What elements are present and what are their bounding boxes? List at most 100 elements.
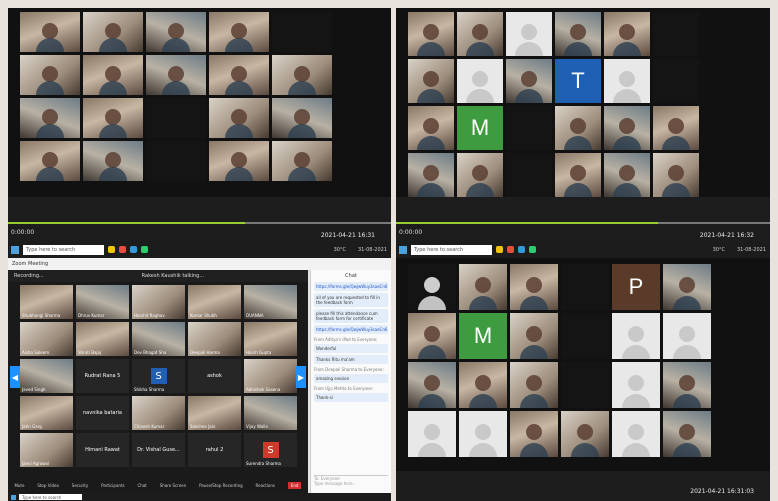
gallery-tile[interactable]: Kumar Shubh xyxy=(188,285,241,319)
gallery-tile[interactable]: Aisha Saleem xyxy=(20,322,73,356)
gallery-tile[interactable]: Shruti Bajaj xyxy=(76,322,129,356)
participant-video xyxy=(272,12,332,52)
zoom-status-bar: Recording... Rakesh Kaushik talking... xyxy=(8,270,308,282)
chat-link[interactable]: https://forms.gle/QwjwWuy3saeCn6 xyxy=(314,282,388,291)
participant-video xyxy=(663,264,711,310)
participant-avatar xyxy=(612,362,660,408)
gallery-tile[interactable]: Abhishek Saxena xyxy=(244,359,297,393)
control-pause-stop-recording-button[interactable]: Pause/Stop Recording xyxy=(199,483,242,488)
gallery-tile[interactable]: Deepali Harma xyxy=(188,322,241,356)
chat-input-area[interactable]: To: Everyone Type message here... xyxy=(314,475,388,490)
taskbar-search-input[interactable]: Type here to search xyxy=(19,494,82,500)
participant-video xyxy=(510,264,558,310)
taskbar-search-input[interactable]: Type here to search xyxy=(411,244,492,255)
date-stamp: 2021-04-21 16:32 xyxy=(699,232,754,239)
participant-name: Harsh Gupta xyxy=(246,350,272,355)
gallery-prev-arrow-icon[interactable]: ◀ xyxy=(10,366,20,388)
participant-video xyxy=(506,153,552,197)
participant-avatar xyxy=(604,59,650,103)
participant-name: Rudrat Rana 5 xyxy=(84,373,121,379)
control-share-screen-button[interactable]: Share Screen xyxy=(160,483,187,488)
chat-message: all of you are requested to fill in the … xyxy=(314,293,388,307)
participant-name: DUANNA xyxy=(246,313,264,318)
file-explorer-icon[interactable] xyxy=(108,246,115,253)
participant-name: Harshit Raghav xyxy=(134,313,165,318)
participant-video xyxy=(510,362,558,408)
windows-start-icon[interactable] xyxy=(11,245,19,254)
gallery-tile[interactable]: Harsh Gupta xyxy=(244,322,297,356)
gallery-tile[interactable]: Dhruv Kumar xyxy=(76,285,129,319)
gallery-next-arrow-icon[interactable]: ▶ xyxy=(296,366,306,388)
participant-name: Kumar Shubh xyxy=(190,313,217,318)
edge-icon[interactable] xyxy=(130,246,137,253)
participant-video xyxy=(209,98,269,138)
gallery-tile[interactable]: navnika bataria xyxy=(76,396,129,430)
gallery-tile[interactable]: Javed Singh xyxy=(20,359,73,393)
initial-letter: P xyxy=(628,274,644,299)
participant-name: ashok xyxy=(207,373,222,379)
gallery-tile[interactable]: S Shikha Sharma xyxy=(132,359,185,393)
participant-name: Deepali Harma xyxy=(190,350,220,355)
control-chat-button[interactable]: Chat xyxy=(137,483,146,488)
participant-name: rahul 2 xyxy=(205,447,224,453)
gallery-tile[interactable]: DUANNA xyxy=(244,285,297,319)
file-explorer-icon[interactable] xyxy=(496,246,503,253)
participant-video xyxy=(20,98,80,138)
participant-video xyxy=(506,59,552,103)
participant-video xyxy=(146,12,206,52)
active-speaker: Rakesh Kaushik talking... xyxy=(141,273,205,279)
participant-name: Shikha Sharma xyxy=(134,387,165,392)
windows-taskbar: Type here to search xyxy=(8,493,391,501)
gallery-tile[interactable]: Dev Bhagat Sha xyxy=(132,322,185,356)
taskbar-search-input[interactable]: Type here to search xyxy=(23,244,104,255)
participant-video xyxy=(83,141,143,181)
participant-video xyxy=(408,59,454,103)
gallery-tile[interactable]: S Surendra Sharma xyxy=(244,433,297,467)
gallery-tile[interactable]: Rudrat Rana 5 xyxy=(76,359,129,393)
gallery-tile[interactable]: Harshit Raghav xyxy=(132,285,185,319)
app-icon[interactable] xyxy=(529,246,536,253)
gallery-tile[interactable]: rahul 2 xyxy=(188,433,241,467)
participant-video xyxy=(510,411,558,457)
chat-title: Chat xyxy=(345,273,357,279)
participant-video xyxy=(561,362,609,408)
participant-avatar xyxy=(663,313,711,359)
participant-avatar xyxy=(459,411,507,457)
gallery-tile[interactable]: Jatin Garg xyxy=(20,396,73,430)
participant-video xyxy=(209,141,269,181)
participant-name: Javed Singh xyxy=(22,387,46,392)
participant-name: Dhruv Kumar xyxy=(78,313,105,318)
control-security-button[interactable]: Security xyxy=(72,483,88,488)
chrome-icon[interactable] xyxy=(507,246,514,253)
participant-avatar xyxy=(506,12,552,56)
windows-start-icon[interactable] xyxy=(11,494,16,500)
chat-message: amazing session xyxy=(314,374,388,383)
app-icon[interactable] xyxy=(141,246,148,253)
taskbar-weather: 30°C xyxy=(712,246,725,253)
control-mute-button[interactable]: Mute xyxy=(14,483,24,488)
recording-frame-top-right: T M 0:00:00 2021-04-21 16:32 Type here t… xyxy=(396,8,770,258)
participant-video xyxy=(146,98,206,138)
participant-video xyxy=(653,12,699,56)
participant-avatar xyxy=(612,411,660,457)
gallery-tile[interactable]: Chinesh Kumar xyxy=(132,396,185,430)
participant-name: Himani Rawat xyxy=(85,447,120,453)
control-participants-button[interactable]: Participants xyxy=(101,483,125,488)
gallery-tile[interactable]: ashok xyxy=(188,359,241,393)
meeting-controls: Mute Stop Video Security Participants Chat Sh… xyxy=(8,477,308,493)
gallery-tile[interactable]: Shubhangi Sharma xyxy=(20,285,73,319)
participant-name: Shubhangi Sharma xyxy=(22,313,61,318)
gallery-tile[interactable]: Dr. Vishal Guse... xyxy=(132,433,185,467)
windows-start-icon[interactable] xyxy=(399,245,407,254)
control-reactions-button[interactable]: Reactions xyxy=(256,483,275,488)
chrome-icon[interactable] xyxy=(119,246,126,253)
gallery-tile[interactable]: Sakshee Jain xyxy=(188,396,241,430)
chat-input[interactable]: Type message here... xyxy=(314,481,388,486)
gallery-tile[interactable]: Janvi Agrawal xyxy=(20,433,73,467)
end-meeting-button[interactable]: End xyxy=(287,481,302,489)
edge-icon[interactable] xyxy=(518,246,525,253)
control-stop-video-button[interactable]: Stop Video xyxy=(37,483,59,488)
gallery-tile[interactable]: Himani Rawat xyxy=(76,433,129,467)
gallery-tile[interactable]: Vijay Walla xyxy=(244,396,297,430)
chat-link[interactable]: https://forms.gle/QwjwWuy3saeCn6 xyxy=(314,325,388,334)
